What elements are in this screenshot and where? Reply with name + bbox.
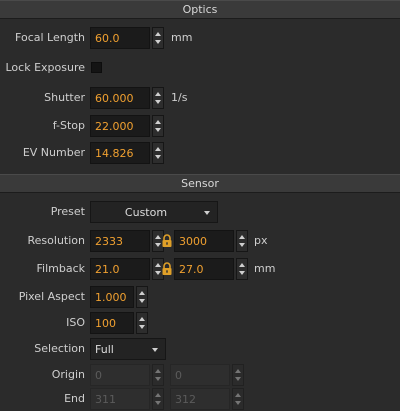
iso-row: ISO 100 bbox=[0, 312, 400, 334]
resolution-height-stepper[interactable] bbox=[236, 230, 248, 252]
end-x-stepper[interactable] bbox=[152, 388, 164, 410]
chevron-down-icon bbox=[152, 348, 158, 352]
pixel-aspect-input[interactable]: 1.000 bbox=[90, 286, 134, 308]
selection-row: Selection Full bbox=[0, 338, 400, 360]
iso-label: ISO bbox=[66, 316, 85, 329]
lock-exposure-checkbox[interactable] bbox=[91, 62, 102, 73]
pixel-aspect-stepper[interactable] bbox=[136, 286, 148, 308]
ev-number-input[interactable]: 14.826 bbox=[90, 142, 150, 164]
sensor-header-title: Sensor bbox=[181, 177, 219, 190]
preset-label: Preset bbox=[50, 205, 85, 218]
origin-y-input[interactable]: 0 bbox=[170, 364, 230, 386]
resolution-row: Resolution 2333 3000 px bbox=[0, 230, 400, 252]
stepper-up-icon[interactable] bbox=[235, 393, 241, 397]
end-y-stepper[interactable] bbox=[232, 388, 244, 410]
optics-section-header[interactable]: Optics bbox=[0, 0, 400, 19]
end-y-input[interactable]: 312 bbox=[170, 388, 230, 410]
fstop-row: f-Stop 22.000 bbox=[0, 115, 400, 137]
iso-input[interactable]: 100 bbox=[90, 312, 134, 334]
chevron-down-icon bbox=[204, 211, 210, 215]
origin-label: Origin bbox=[51, 368, 85, 381]
stepper-down-icon[interactable] bbox=[155, 40, 161, 44]
resolution-unit: px bbox=[254, 234, 268, 247]
resolution-width-input[interactable]: 2333 bbox=[90, 230, 150, 252]
lock-exposure-row: Lock Exposure bbox=[0, 57, 400, 79]
filmback-label: Filmback bbox=[36, 262, 86, 275]
origin-row: Origin 0 0 bbox=[0, 364, 400, 386]
stepper-down-icon[interactable] bbox=[155, 401, 161, 405]
focal-length-stepper[interactable] bbox=[152, 27, 164, 49]
selection-dropdown[interactable]: Full bbox=[90, 338, 166, 360]
stepper-down-icon[interactable] bbox=[155, 155, 161, 159]
selection-label: Selection bbox=[34, 342, 85, 355]
stepper-down-icon[interactable] bbox=[155, 100, 161, 104]
filmback-unit: mm bbox=[254, 262, 276, 275]
stepper-up-icon[interactable] bbox=[155, 393, 161, 397]
stepper-down-icon[interactable] bbox=[235, 401, 241, 405]
focal-length-unit: mm bbox=[171, 31, 193, 44]
lock-exposure-label: Lock Exposure bbox=[5, 61, 85, 74]
shutter-stepper[interactable] bbox=[152, 87, 164, 109]
fstop-label: f-Stop bbox=[52, 119, 85, 132]
stepper-up-icon[interactable] bbox=[155, 369, 161, 373]
focal-length-row: Focal Length 60.0 mm bbox=[0, 27, 400, 49]
stepper-down-icon[interactable] bbox=[239, 271, 245, 275]
focal-length-input[interactable]: 60.0 bbox=[90, 27, 150, 49]
filmback-height-input[interactable]: 27.0 bbox=[174, 258, 234, 280]
shutter-input[interactable]: 60.000 bbox=[90, 87, 150, 109]
ev-number-row: EV Number 14.826 bbox=[0, 142, 400, 164]
shutter-row: Shutter 60.000 1/s bbox=[0, 87, 400, 109]
origin-y-stepper[interactable] bbox=[232, 364, 244, 386]
focal-length-label: Focal Length bbox=[15, 31, 85, 44]
stepper-up-icon[interactable] bbox=[235, 369, 241, 373]
stepper-up-icon[interactable] bbox=[239, 263, 245, 267]
shutter-label: Shutter bbox=[44, 91, 85, 104]
ev-number-stepper[interactable] bbox=[152, 142, 164, 164]
sensor-section-header[interactable]: Sensor bbox=[0, 174, 400, 193]
stepper-down-icon[interactable] bbox=[139, 325, 145, 329]
stepper-up-icon[interactable] bbox=[239, 235, 245, 239]
optics-header-title: Optics bbox=[182, 3, 218, 16]
preset-row: Preset Custom bbox=[0, 201, 400, 223]
stepper-up-icon[interactable] bbox=[139, 317, 145, 321]
resolution-height-input[interactable]: 3000 bbox=[174, 230, 234, 252]
stepper-down-icon[interactable] bbox=[155, 377, 161, 381]
end-label: End bbox=[64, 392, 85, 405]
lock-icon[interactable] bbox=[161, 262, 173, 276]
origin-x-stepper[interactable] bbox=[152, 364, 164, 386]
stepper-up-icon[interactable] bbox=[155, 147, 161, 151]
pixel-aspect-row: Pixel Aspect 1.000 bbox=[0, 286, 400, 308]
fstop-stepper[interactable] bbox=[152, 115, 164, 137]
selection-value: Full bbox=[95, 343, 114, 356]
stepper-up-icon[interactable] bbox=[155, 32, 161, 36]
end-x-input[interactable]: 311 bbox=[90, 388, 150, 410]
stepper-down-icon[interactable] bbox=[139, 299, 145, 303]
origin-x-input[interactable]: 0 bbox=[90, 364, 150, 386]
filmback-row: Filmback 21.0 27.0 mm bbox=[0, 258, 400, 280]
preset-dropdown[interactable]: Custom bbox=[90, 201, 218, 223]
ev-number-label: EV Number bbox=[22, 146, 85, 159]
stepper-down-icon[interactable] bbox=[235, 377, 241, 381]
preset-value: Custom bbox=[124, 206, 168, 219]
stepper-up-icon[interactable] bbox=[155, 92, 161, 96]
shutter-unit: 1/s bbox=[171, 91, 188, 104]
lock-icon[interactable] bbox=[161, 234, 173, 248]
iso-stepper[interactable] bbox=[136, 312, 148, 334]
end-row: End 311 312 bbox=[0, 388, 400, 410]
stepper-up-icon[interactable] bbox=[139, 291, 145, 295]
pixel-aspect-label: Pixel Aspect bbox=[18, 290, 85, 303]
filmback-height-stepper[interactable] bbox=[236, 258, 248, 280]
filmback-width-input[interactable]: 21.0 bbox=[90, 258, 150, 280]
resolution-label: Resolution bbox=[27, 234, 85, 247]
stepper-down-icon[interactable] bbox=[239, 243, 245, 247]
stepper-up-icon[interactable] bbox=[155, 120, 161, 124]
fstop-input[interactable]: 22.000 bbox=[90, 115, 150, 137]
stepper-down-icon[interactable] bbox=[155, 128, 161, 132]
